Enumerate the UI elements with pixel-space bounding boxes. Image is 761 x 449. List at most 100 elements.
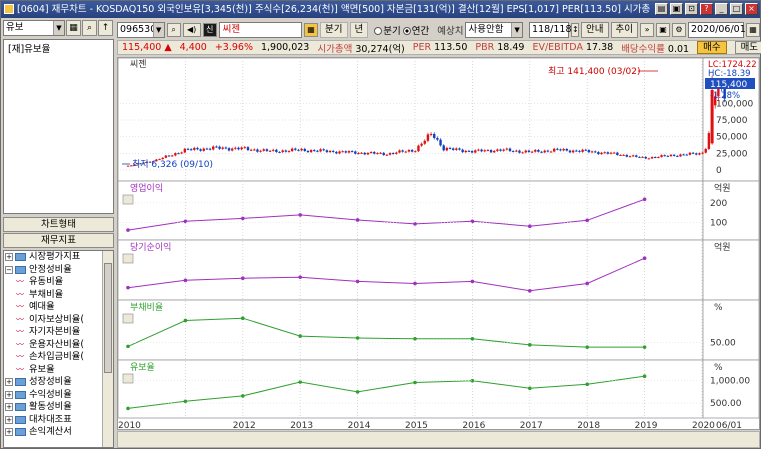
hc-label: HC:-18.39 bbox=[708, 69, 751, 79]
x-tick-label: 2018 bbox=[577, 421, 600, 429]
candle-body bbox=[177, 153, 180, 155]
candle-body bbox=[281, 150, 284, 153]
year-button[interactable]: 년 bbox=[349, 21, 369, 38]
candle-body bbox=[316, 150, 319, 152]
x-tick-label: 2017 bbox=[520, 421, 543, 429]
tree-item[interactable]: − 안정성비율 bbox=[4, 264, 113, 277]
selected-index-list[interactable]: [재]유보율 bbox=[3, 39, 114, 214]
candle-body bbox=[609, 152, 613, 154]
tree-item[interactable]: 〰 부채비율 bbox=[4, 289, 113, 302]
radio-quarter[interactable]: 분기 bbox=[374, 23, 401, 37]
tree-item[interactable]: 〰 예대율 bbox=[4, 301, 113, 314]
candle-body bbox=[401, 150, 404, 152]
expect-combo[interactable]: 사용안함 ▼ bbox=[465, 21, 524, 38]
up-arrow-icon[interactable]: ↑ bbox=[98, 20, 113, 36]
tree-item[interactable]: + 시장평가지표 bbox=[4, 251, 113, 264]
search-icon[interactable]: ⌕ bbox=[82, 20, 97, 36]
tree-item[interactable]: + 대차대조표 bbox=[4, 414, 113, 427]
current-price: 115,400 ▲ bbox=[122, 42, 172, 53]
sin-button[interactable]: 신 bbox=[202, 22, 217, 37]
speaker-icon[interactable]: ◀) bbox=[182, 22, 201, 37]
stock-code-combo[interactable]: 096530 ▼ bbox=[117, 21, 165, 38]
x-tick-label: 2019 bbox=[635, 421, 658, 429]
pin-icon[interactable]: ⊡ bbox=[685, 3, 698, 15]
candle-body bbox=[193, 147, 196, 150]
chevron-down-icon[interactable]: ▼ bbox=[53, 21, 64, 35]
tree-item[interactable]: 〰 유동비율 bbox=[4, 276, 113, 289]
candle-body bbox=[366, 152, 370, 155]
chart-panel-3 bbox=[117, 299, 704, 361]
fin-index-button[interactable]: 재무지표 bbox=[3, 233, 114, 248]
scroll-thumb[interactable] bbox=[104, 263, 112, 373]
double-arrow-icon[interactable]: » bbox=[640, 22, 655, 37]
search-icon[interactable]: ⌕ bbox=[166, 22, 181, 37]
candle-body bbox=[300, 148, 303, 151]
minimize-icon[interactable]: _ bbox=[715, 3, 728, 15]
tree-item[interactable]: 〰 유보율 bbox=[4, 364, 113, 377]
chevron-down-icon[interactable]: ▼ bbox=[152, 22, 164, 37]
candle-body bbox=[234, 147, 237, 149]
tree-item[interactable]: + 성장성비율 bbox=[4, 376, 113, 389]
candle-body bbox=[369, 151, 373, 153]
help-icon[interactable]: ? bbox=[700, 3, 713, 15]
tree-item[interactable]: 〰 이자보상비율( bbox=[4, 314, 113, 327]
chart-type-button[interactable]: 차트형태 bbox=[3, 217, 114, 232]
buy-button[interactable]: 매수 bbox=[697, 41, 727, 54]
trend-button[interactable]: 추이 bbox=[610, 21, 639, 38]
quarter-button[interactable]: 분기 bbox=[320, 21, 348, 38]
ev-label: EV/EBITDA bbox=[532, 42, 583, 53]
div-value: 0.01 bbox=[667, 43, 690, 55]
stock-name-field[interactable]: 씨젠 bbox=[218, 21, 303, 38]
maximize-icon[interactable]: □ bbox=[730, 3, 743, 15]
tree-item[interactable]: + 수익성비율 bbox=[4, 389, 113, 402]
candle-body bbox=[303, 148, 306, 151]
div-label: 배당수익률 bbox=[621, 43, 665, 55]
tree-item[interactable]: + 활동성비율 bbox=[4, 401, 113, 414]
grid-icon[interactable]: ▦ bbox=[304, 22, 319, 37]
y-tick-label: 50.00 bbox=[710, 339, 736, 349]
candle-body bbox=[660, 155, 663, 158]
guide-button[interactable]: 안내 bbox=[581, 21, 609, 38]
close-icon[interactable]: × bbox=[745, 3, 758, 15]
sell-button[interactable]: 매도 bbox=[734, 41, 761, 54]
candle-body bbox=[603, 152, 606, 154]
link-icon[interactable]: ▤ bbox=[655, 3, 668, 15]
candle-body bbox=[556, 148, 559, 150]
candle-body bbox=[619, 154, 622, 156]
list-icon[interactable]: ▦ bbox=[66, 20, 81, 36]
financial-chart[interactable]: 최고 141,400 (03/02)최저 6,326 (09/10)씨젠 LC:1… bbox=[117, 57, 760, 431]
candle-body bbox=[470, 151, 474, 153]
settings-icon[interactable]: ⚙ bbox=[672, 22, 687, 37]
candle-body bbox=[511, 151, 515, 153]
chart-panel-4 bbox=[117, 359, 704, 419]
panel-title: 영업이익 bbox=[130, 182, 163, 194]
tree-item[interactable]: + 손익계산서 bbox=[4, 426, 113, 439]
calendar-icon[interactable]: ▦ bbox=[746, 22, 761, 37]
spin-icon[interactable]: ↕ bbox=[571, 22, 580, 37]
chart-area[interactable]: 최고 141,400 (03/02) 최저 6,326 (09/10) 씨젠 LC:1… bbox=[117, 57, 760, 431]
radio-annual[interactable]: 연간 bbox=[402, 23, 429, 37]
candle-body bbox=[448, 147, 452, 149]
tree-item[interactable]: 〰 운용자산비율( bbox=[4, 339, 113, 352]
tree-item[interactable]: 〰 자기자본비율 bbox=[4, 326, 113, 339]
list-item[interactable]: [재]유보율 bbox=[4, 40, 113, 56]
radio-icon bbox=[374, 27, 383, 35]
radio-label: 분기 bbox=[383, 25, 401, 37]
save-icon[interactable]: ▣ bbox=[656, 22, 671, 37]
date-field[interactable]: 2020/06/01 bbox=[688, 21, 746, 38]
index-tree[interactable]: + 시장평가지표 − 안정성비율 〰 유동비율 〰 부채비율 〰 예대율 〰 이자보상비율(… bbox=[3, 250, 114, 448]
candle-body bbox=[253, 149, 256, 151]
category-combo[interactable]: 유보 ▼ bbox=[3, 20, 65, 36]
candle-body bbox=[379, 152, 382, 154]
lock-icon[interactable]: ▣ bbox=[670, 3, 683, 15]
candle-body bbox=[332, 150, 335, 152]
candle-body bbox=[704, 148, 707, 153]
chart-line-icon: 〰 bbox=[16, 289, 24, 299]
candle-body bbox=[363, 152, 366, 155]
candle-body bbox=[212, 146, 215, 150]
tree-scrollbar[interactable] bbox=[102, 251, 113, 447]
folder-icon bbox=[15, 403, 26, 412]
tree-item[interactable]: 〰 손차입금비율( bbox=[4, 351, 113, 364]
candle-body bbox=[622, 154, 625, 156]
chevron-down-icon[interactable]: ▼ bbox=[511, 22, 523, 37]
